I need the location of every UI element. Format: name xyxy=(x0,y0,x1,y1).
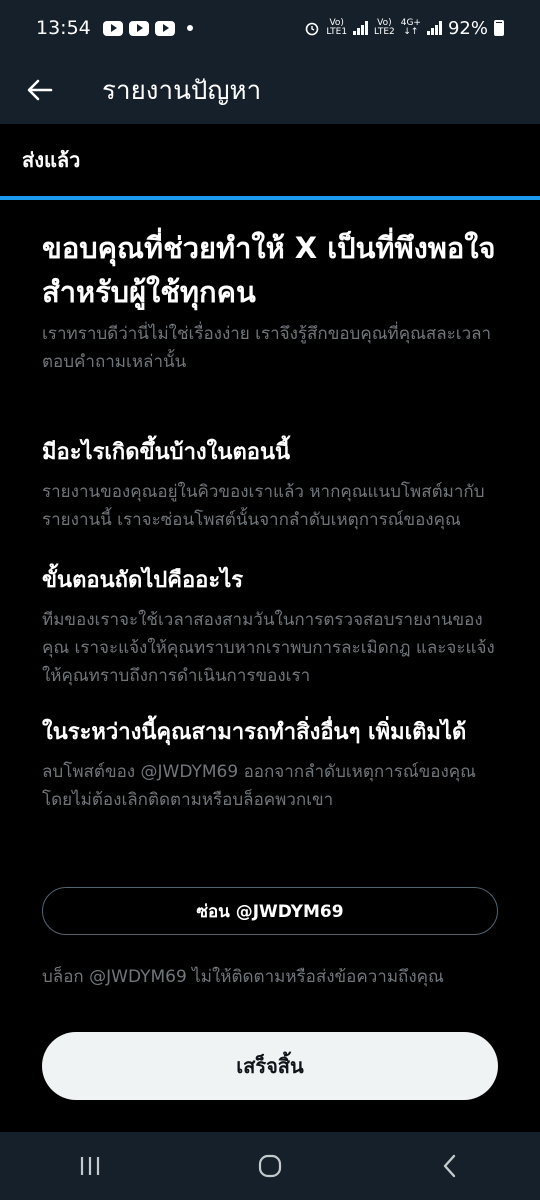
section-what-happens: มีอะไรเกิดขึ้นบ้างในตอนนี้ รายงานของคุณอ… xyxy=(42,434,502,534)
status-right: Vo) LTE1 Vo) LTE2 4G+ ↓↑ 92% xyxy=(304,18,504,39)
section-title: มีอะไรเกิดขึ้นบ้างในตอนนี้ xyxy=(42,440,291,465)
section-more-actions: ในระหว่างนี้คุณสามารถทำสิ่งอื่นๆ เพิ่มเต… xyxy=(42,714,502,814)
status-time: 13:54 xyxy=(36,17,91,39)
chevron-left-icon xyxy=(443,1154,456,1178)
lte1-label: LTE1 xyxy=(326,27,348,37)
alarm-icon xyxy=(306,22,319,36)
youtube-notification-icon xyxy=(128,20,149,36)
status-bar: 13:54 Vo) LTE1 Vo) LTE2 4G+ ↓↑ 92% xyxy=(0,0,540,56)
section-next-steps: ขั้นตอนถัดไปคืออะไร ทีมของเราจะใช้เวลาสอ… xyxy=(42,562,502,690)
page-title: รายงานปัญหา xyxy=(102,75,262,106)
back-button[interactable] xyxy=(0,56,80,124)
mute-user-button[interactable]: ซ่อน @JWDYM69 xyxy=(42,887,498,935)
network-type: 4G+ ↓↑ xyxy=(400,18,421,37)
section-body: ลบโพสต์ของ @JWDYM69 ออกจากลำดับเหตุการณ์… xyxy=(42,762,476,810)
sent-status: ส่งแล้ว xyxy=(0,124,540,196)
section-title: ขั้นตอนถัดไปคืออะไร xyxy=(42,568,244,593)
sim1-label: Vo) LTE1 xyxy=(326,18,348,37)
system-nav-bar xyxy=(0,1132,540,1200)
section-title: ในระหว่างนี้คุณสามารถทำสิ่งอื่นๆ เพิ่มเต… xyxy=(42,720,467,745)
progress-bar xyxy=(0,196,540,200)
done-button[interactable]: เสร็จสิ้น xyxy=(42,1032,498,1100)
signal-bars-2-icon xyxy=(426,21,442,35)
section-body: รายงานของคุณอยู่ในคิวของเราแล้ว หากคุณแน… xyxy=(42,482,485,530)
home-button[interactable] xyxy=(240,1136,300,1196)
youtube-notification-icon xyxy=(102,20,123,36)
home-icon xyxy=(258,1154,282,1178)
signal-bars-1-icon xyxy=(353,21,369,35)
subheadline: เราทราบดีว่านี่ไม่ใช่เรื่องง่าย เราจึงรู… xyxy=(42,324,492,372)
battery-percent: 92% xyxy=(447,17,488,39)
headline: ขอบคุณที่ช่วยทำให้ X เป็นที่พึงพอใจสำหรั… xyxy=(42,231,496,309)
recent-apps-icon xyxy=(80,1157,100,1175)
section-body: ทีมของเราจะใช้เวลาสองสามวันในการตรวจสอบร… xyxy=(42,610,495,686)
more-notifications-dot-icon xyxy=(186,25,193,31)
network-type-label: 4G+ xyxy=(400,18,421,28)
app-bar: รายงานปัญหา xyxy=(0,56,540,124)
status-left: 13:54 xyxy=(36,17,193,39)
block-description: บล็อก @JWDYM69 ไม่ให้ติดตามหรือส่งข้อควา… xyxy=(42,967,444,987)
youtube-notification-icon xyxy=(154,20,175,36)
back-arrow-icon xyxy=(27,79,53,101)
sim2-label: Vo) LTE2 xyxy=(374,18,395,37)
main-content: ขอบคุณที่ช่วยทำให้ X เป็นที่พึงพอใจสำหรั… xyxy=(42,226,502,814)
battery-icon xyxy=(494,20,504,36)
nav-back-button[interactable] xyxy=(420,1136,480,1196)
recent-apps-button[interactable] xyxy=(60,1136,120,1196)
lte2-label: LTE2 xyxy=(374,27,395,37)
